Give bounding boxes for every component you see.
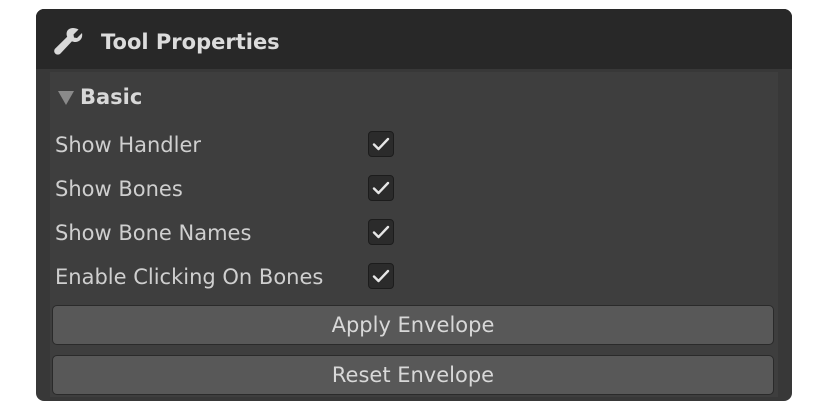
section-label: Basic	[80, 85, 143, 109]
triangle-down-icon[interactable]	[58, 91, 74, 105]
check-icon	[372, 137, 390, 151]
enable-clicking-on-bones-checkbox[interactable]	[368, 263, 394, 289]
panel-header: Tool Properties	[36, 9, 792, 69]
option-label: Show Bone Names	[55, 221, 252, 245]
option-row-show-bones: Show Bones	[55, 174, 775, 204]
check-icon	[372, 225, 390, 239]
panel-title: Tool Properties	[101, 30, 280, 54]
show-handler-checkbox[interactable]	[368, 131, 394, 157]
check-icon	[372, 181, 390, 195]
reset-envelope-button[interactable]: Reset Envelope	[52, 355, 774, 395]
show-bones-checkbox[interactable]	[368, 175, 394, 201]
option-row-show-bone-names: Show Bone Names	[55, 218, 775, 248]
section-header-basic[interactable]: Basic	[58, 82, 142, 112]
check-icon	[372, 269, 390, 283]
panel-content: Basic Show Handler Show Bones Show Bone …	[50, 72, 778, 397]
option-row-enable-clicking-on-bones: Enable Clicking On Bones	[55, 262, 775, 292]
option-label: Show Bones	[55, 177, 183, 201]
wrench-icon	[52, 26, 84, 58]
option-label: Enable Clicking On Bones	[55, 265, 324, 289]
show-bone-names-checkbox[interactable]	[368, 219, 394, 245]
option-label: Show Handler	[55, 133, 202, 157]
tool-properties-panel: Tool Properties Basic Show Handler Show …	[36, 9, 792, 401]
apply-envelope-button[interactable]: Apply Envelope	[52, 305, 774, 345]
option-row-show-handler: Show Handler	[55, 130, 775, 160]
